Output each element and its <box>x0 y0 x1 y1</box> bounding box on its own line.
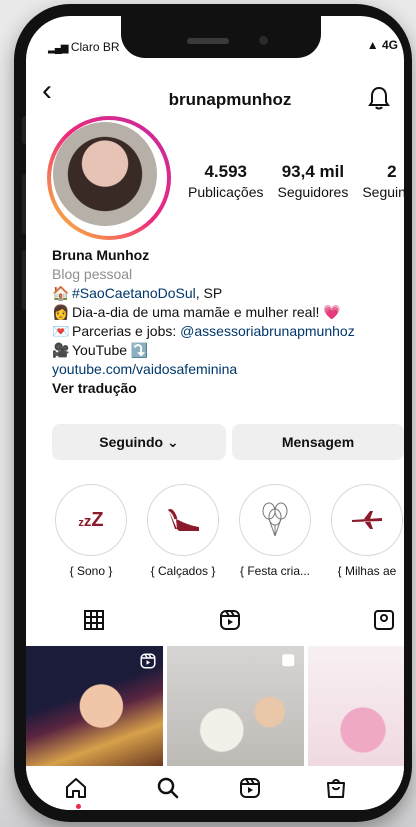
bio-line-location: 🏠 #SaoCaetanoDoSul, SP <box>52 285 223 301</box>
following-button[interactable]: Seguindo ⌄ <box>52 424 226 460</box>
reels-icon <box>140 653 156 669</box>
reels-icon[interactable] <box>218 608 242 637</box>
profile-category: Blog pessoal <box>52 266 133 282</box>
highlight-festa[interactable]: { Festa cria... <box>236 484 314 578</box>
post-thumbnail[interactable] <box>167 646 304 766</box>
avatar-photo <box>53 122 157 226</box>
airplane-icon <box>352 511 382 529</box>
multiple-posts-icon <box>282 654 295 667</box>
highlight-calcados[interactable]: { Calçados } <box>144 484 222 578</box>
bio-line-partnerships: 💌 Parcerias e jobs: @assessoriabrunapmunh… <box>52 323 355 339</box>
high-heel-icon <box>167 509 199 531</box>
profile-stats: 4.593 Publicações 93,4 mil Seguidores 2 … <box>188 162 404 200</box>
speaker <box>187 38 229 44</box>
tagged-icon[interactable] <box>372 608 396 637</box>
post-thumbnail[interactable] <box>308 646 404 766</box>
stat-posts[interactable]: 4.593 Publicações <box>188 162 264 200</box>
carrier-label: ▂▄▆ Claro BR <box>48 40 120 54</box>
profile-bio: Bruna Munhoz Blog pessoal 🏠 #SaoCaetanoDo… <box>52 246 404 398</box>
grid-icon[interactable] <box>82 608 106 637</box>
posts-grid <box>26 646 404 766</box>
active-tab-indicator <box>76 804 81 809</box>
story-highlights: zzZ { Sono } { Calçados } {Festa cria..… <box>52 484 404 578</box>
zzz-icon: zzZ <box>78 508 104 531</box>
profile-username: brunapmunhoz <box>168 90 292 109</box>
front-camera <box>259 36 268 45</box>
profile-avatar[interactable] <box>47 116 171 240</box>
post-thumbnail[interactable] <box>26 646 163 766</box>
phone-screen: ▂▄▆ Claro BR ▲ 4G ‹ brunapmunhoz 4.593 P… <box>26 16 404 810</box>
network-indicator: ▲ 4G <box>366 38 398 52</box>
message-button[interactable]: Mensagem <box>232 424 404 460</box>
notch <box>121 16 321 58</box>
highlight-milhas[interactable]: { Milhas ae <box>328 484 404 578</box>
hashtag-link[interactable]: #SaoCaetanoDoSul <box>72 285 196 301</box>
profile-name: Bruna Munhoz <box>52 247 150 263</box>
bio-line-youtube: 🎥 YouTube ⤵️ <box>52 342 149 358</box>
home-icon[interactable] <box>64 776 88 805</box>
see-translation-link[interactable]: Ver tradução <box>52 379 404 398</box>
profile-header: ‹ brunapmunhoz <box>26 76 404 115</box>
stat-followers[interactable]: 93,4 mil Seguidores <box>278 162 349 200</box>
bell-icon[interactable] <box>368 86 390 115</box>
highlight-sono[interactable]: zzZ { Sono } <box>52 484 130 578</box>
search-icon[interactable] <box>156 776 180 805</box>
profile-website-link[interactable]: youtube.com/vaidosafeminina <box>52 360 404 379</box>
balloons-icon <box>262 502 288 537</box>
bio-line-description: 👩 Dia-a-dia de uma mamãe e mulher real! 💗 <box>52 304 341 320</box>
bottom-navigation <box>26 768 404 810</box>
profile-actions: Seguindo ⌄ Mensagem <box>52 424 404 460</box>
mention-link[interactable]: @assessoriabrunapmunhoz <box>180 323 355 339</box>
reels-icon[interactable] <box>238 776 262 805</box>
shop-icon[interactable] <box>324 776 348 805</box>
profile-tabs <box>26 608 404 644</box>
stat-following[interactable]: 2 Seguindo <box>362 162 404 200</box>
